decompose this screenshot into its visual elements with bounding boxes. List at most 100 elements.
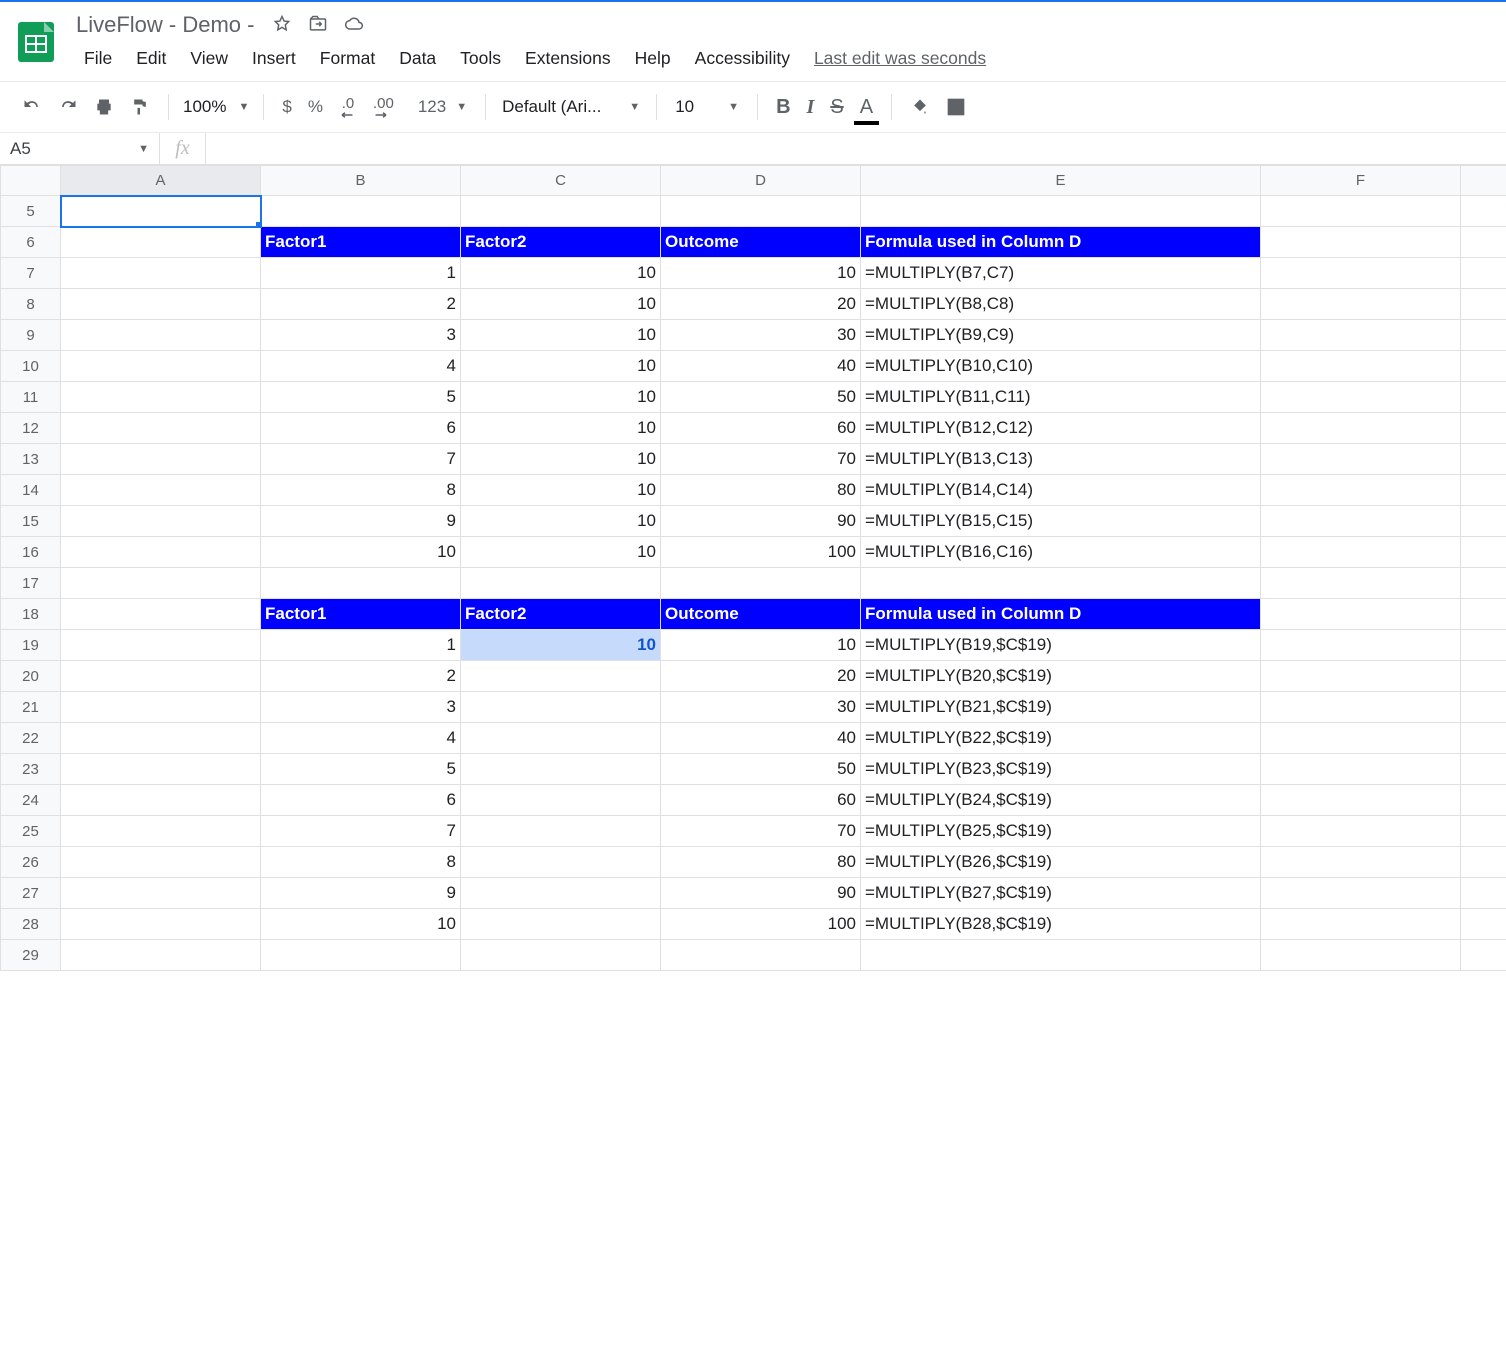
cell-B29[interactable] xyxy=(261,940,461,971)
cell-F15[interactable] xyxy=(1261,506,1461,537)
bold-button[interactable]: B xyxy=(768,92,798,123)
cell-D29[interactable] xyxy=(661,940,861,971)
cell-G11[interactable] xyxy=(1461,382,1506,413)
cell-B7[interactable]: 1 xyxy=(261,258,461,289)
cell-E11[interactable]: =MULTIPLY(B11,C11) xyxy=(861,382,1261,413)
cell-E24[interactable]: =MULTIPLY(B24,$C$19) xyxy=(861,785,1261,816)
row-header-15[interactable]: 15 xyxy=(1,506,61,537)
cell-D12[interactable]: 60 xyxy=(661,413,861,444)
cell-G16[interactable] xyxy=(1461,537,1506,568)
cell-D25[interactable]: 70 xyxy=(661,816,861,847)
cell-F9[interactable] xyxy=(1261,320,1461,351)
cell-D7[interactable]: 10 xyxy=(661,258,861,289)
cell-B21[interactable]: 3 xyxy=(261,692,461,723)
cell-B13[interactable]: 7 xyxy=(261,444,461,475)
cell-A25[interactable] xyxy=(61,816,261,847)
cell-E10[interactable]: =MULTIPLY(B10,C10) xyxy=(861,351,1261,382)
cell-G15[interactable] xyxy=(1461,506,1506,537)
row-header-17[interactable]: 17 xyxy=(1,568,61,599)
cell-D17[interactable] xyxy=(661,568,861,599)
cell-B10[interactable]: 4 xyxy=(261,351,461,382)
spreadsheet-grid[interactable]: A B C D E F G 56Factor1Factor2OutcomeFor… xyxy=(0,165,1506,971)
cell-E27[interactable]: =MULTIPLY(B27,$C$19) xyxy=(861,878,1261,909)
cell-A12[interactable] xyxy=(61,413,261,444)
cell-C22[interactable] xyxy=(461,723,661,754)
cell-E15[interactable]: =MULTIPLY(B15,C15) xyxy=(861,506,1261,537)
zoom-select[interactable]: 100%▼ xyxy=(179,97,253,117)
cell-A18[interactable] xyxy=(61,599,261,630)
cell-E9[interactable]: =MULTIPLY(B9,C9) xyxy=(861,320,1261,351)
menu-help[interactable]: Help xyxy=(623,44,683,73)
cell-C19[interactable]: 10 xyxy=(461,630,661,661)
cell-C15[interactable]: 10 xyxy=(461,506,661,537)
cell-E16[interactable]: =MULTIPLY(B16,C16) xyxy=(861,537,1261,568)
cell-D26[interactable]: 80 xyxy=(661,847,861,878)
cell-C10[interactable]: 10 xyxy=(461,351,661,382)
cell-B12[interactable]: 6 xyxy=(261,413,461,444)
cell-A14[interactable] xyxy=(61,475,261,506)
cell-F6[interactable] xyxy=(1261,227,1461,258)
cell-C20[interactable] xyxy=(461,661,661,692)
row-header-21[interactable]: 21 xyxy=(1,692,61,723)
menu-data[interactable]: Data xyxy=(387,44,448,73)
cell-F17[interactable] xyxy=(1261,568,1461,599)
cell-E8[interactable]: =MULTIPLY(B8,C8) xyxy=(861,289,1261,320)
row-header-29[interactable]: 29 xyxy=(1,940,61,971)
fill-color-button[interactable] xyxy=(902,93,938,121)
format-percent-button[interactable]: % xyxy=(300,97,331,117)
cell-B6[interactable]: Factor1 xyxy=(261,227,461,258)
cell-A24[interactable] xyxy=(61,785,261,816)
cell-E5[interactable] xyxy=(861,196,1261,227)
row-header-7[interactable]: 7 xyxy=(1,258,61,289)
cell-E28[interactable]: =MULTIPLY(B28,$C$19) xyxy=(861,909,1261,940)
column-header-G[interactable]: G xyxy=(1461,166,1506,196)
cell-B5[interactable] xyxy=(261,196,461,227)
cell-G20[interactable] xyxy=(1461,661,1506,692)
row-header-24[interactable]: 24 xyxy=(1,785,61,816)
cell-B17[interactable] xyxy=(261,568,461,599)
cell-C6[interactable]: Factor2 xyxy=(461,227,661,258)
cell-D24[interactable]: 60 xyxy=(661,785,861,816)
move-icon[interactable] xyxy=(308,14,328,37)
cell-F18[interactable] xyxy=(1261,599,1461,630)
cell-D28[interactable]: 100 xyxy=(661,909,861,940)
document-title[interactable]: LiveFlow - Demo - xyxy=(72,10,258,40)
row-header-6[interactable]: 6 xyxy=(1,227,61,258)
cell-C28[interactable] xyxy=(461,909,661,940)
cell-G25[interactable] xyxy=(1461,816,1506,847)
cell-G18[interactable] xyxy=(1461,599,1506,630)
cell-D11[interactable]: 50 xyxy=(661,382,861,413)
column-header-B[interactable]: B xyxy=(261,166,461,196)
cell-D6[interactable]: Outcome xyxy=(661,227,861,258)
name-box[interactable]: A5 ▼ xyxy=(0,133,160,164)
paint-format-button[interactable] xyxy=(122,93,158,121)
cell-G23[interactable] xyxy=(1461,754,1506,785)
cell-B28[interactable]: 10 xyxy=(261,909,461,940)
cell-D5[interactable] xyxy=(661,196,861,227)
cell-F12[interactable] xyxy=(1261,413,1461,444)
menu-tools[interactable]: Tools xyxy=(448,44,513,73)
cell-G6[interactable] xyxy=(1461,227,1506,258)
cell-B26[interactable]: 8 xyxy=(261,847,461,878)
row-header-16[interactable]: 16 xyxy=(1,537,61,568)
sheets-logo-icon[interactable] xyxy=(10,16,62,68)
cell-B23[interactable]: 5 xyxy=(261,754,461,785)
cell-A11[interactable] xyxy=(61,382,261,413)
cell-C8[interactable]: 10 xyxy=(461,289,661,320)
cell-G8[interactable] xyxy=(1461,289,1506,320)
format-currency-button[interactable]: $ xyxy=(274,97,299,117)
cell-F7[interactable] xyxy=(1261,258,1461,289)
menu-file[interactable]: File xyxy=(72,44,124,73)
cell-B27[interactable]: 9 xyxy=(261,878,461,909)
cell-D14[interactable]: 80 xyxy=(661,475,861,506)
cell-E25[interactable]: =MULTIPLY(B25,$C$19) xyxy=(861,816,1261,847)
cell-D9[interactable]: 30 xyxy=(661,320,861,351)
row-header-11[interactable]: 11 xyxy=(1,382,61,413)
cell-D20[interactable]: 20 xyxy=(661,661,861,692)
cell-C5[interactable] xyxy=(461,196,661,227)
cell-C7[interactable]: 10 xyxy=(461,258,661,289)
menu-edit[interactable]: Edit xyxy=(124,44,178,73)
cell-A17[interactable] xyxy=(61,568,261,599)
cell-D10[interactable]: 40 xyxy=(661,351,861,382)
cell-G29[interactable] xyxy=(1461,940,1506,971)
